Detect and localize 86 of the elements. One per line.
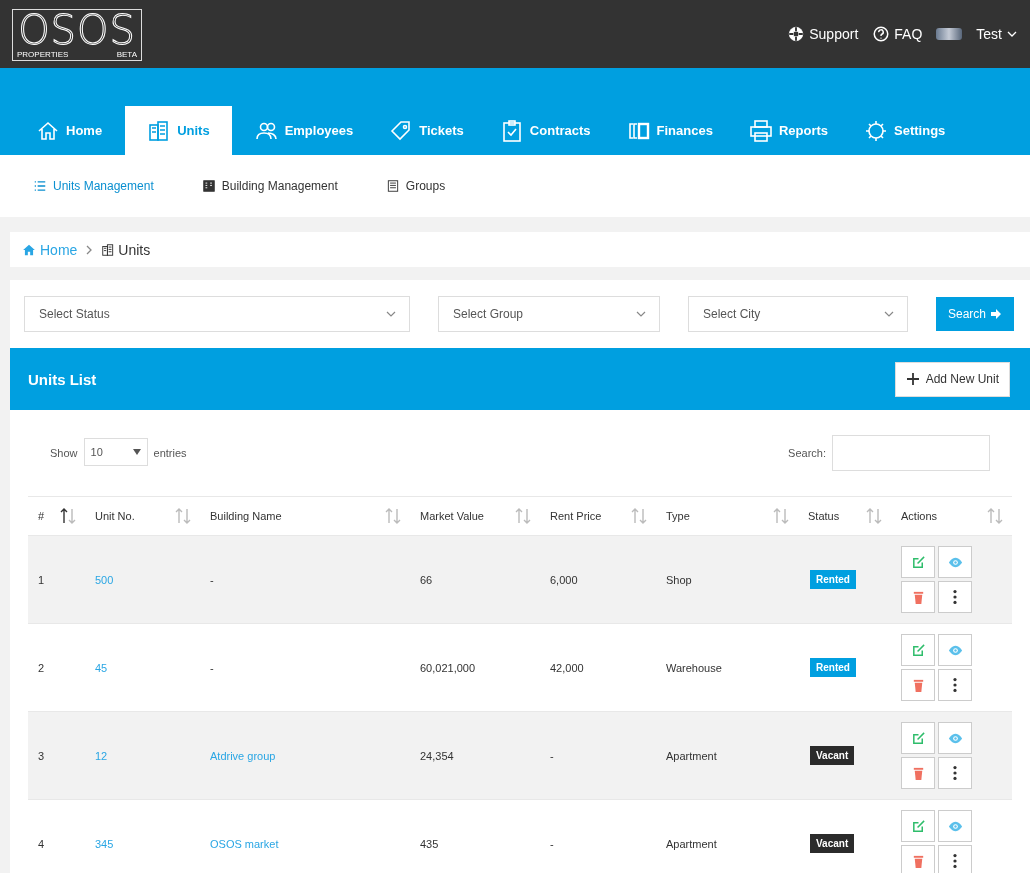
table-cell: Apartment: [666, 837, 717, 850]
entries-label: entries: [153, 447, 187, 459]
delete-button[interactable]: [901, 669, 935, 701]
entries-select[interactable]: 10: [83, 438, 148, 466]
select-dropdown[interactable]: Select City: [688, 296, 908, 332]
table-cell: 6,000: [550, 573, 578, 586]
arrow-right-icon: [990, 308, 1003, 320]
subnav-item[interactable]: Groups: [385, 179, 446, 193]
table-cell: 60,021,000: [420, 661, 476, 674]
view-button[interactable]: [938, 722, 972, 754]
select-dropdown[interactable]: Select Status: [24, 296, 410, 332]
edit-icon: [910, 730, 926, 746]
show-label: Show: [50, 447, 78, 459]
table-cell: -: [550, 837, 554, 850]
building-icon: [201, 179, 216, 193]
view-button[interactable]: [938, 634, 972, 666]
subnav-item[interactable]: Building Management: [201, 179, 338, 193]
plus-icon: [905, 372, 920, 386]
more-button[interactable]: [938, 845, 972, 873]
dots-icon: [953, 854, 957, 868]
status-badge: Rented: [810, 570, 856, 589]
gear-icon: [864, 118, 889, 143]
column-header[interactable]: Actions: [901, 510, 938, 522]
list-icon: [33, 179, 47, 193]
status-badge: Rented: [810, 658, 856, 677]
delete-button[interactable]: [901, 581, 935, 613]
printer-icon: [748, 118, 773, 143]
column-header[interactable]: Rent Price: [550, 510, 602, 522]
view-button[interactable]: [938, 546, 972, 578]
column-header[interactable]: Type: [666, 510, 690, 522]
edit-button[interactable]: [901, 546, 935, 578]
more-button[interactable]: [938, 757, 972, 789]
column-header[interactable]: Unit No.: [95, 510, 135, 522]
breadcrumb-current: Units: [101, 241, 151, 258]
caret-icon: [132, 449, 141, 455]
table-cell: -: [210, 661, 214, 674]
view-button[interactable]: [938, 810, 972, 842]
sort-icon[interactable]: [59, 507, 77, 525]
table-cell: 4: [38, 837, 45, 850]
select-dropdown[interactable]: Select Group: [438, 296, 660, 332]
question-icon: [872, 25, 891, 43]
column-header[interactable]: Status: [808, 510, 840, 522]
table-cell: Warehouse: [666, 661, 722, 674]
search-field[interactable]: [832, 435, 990, 471]
table-cell: 435: [420, 837, 439, 850]
column-header[interactable]: #: [38, 510, 45, 522]
avatar: [936, 28, 963, 40]
delete-button[interactable]: [901, 845, 935, 873]
column-header[interactable]: Building Name: [210, 510, 282, 522]
list-title: Units List: [28, 370, 97, 388]
support-link[interactable]: Support: [787, 25, 859, 43]
table-cell: -: [210, 573, 214, 586]
logo[interactable]: OSOS PROPERTIES BETA: [12, 9, 142, 61]
status-badge: Vacant: [810, 746, 855, 765]
table-cell: 1: [38, 573, 45, 586]
buildings-icon: [101, 242, 116, 257]
table-cell: Apartment: [666, 749, 717, 762]
table-cell: 66: [420, 573, 433, 586]
more-button[interactable]: [938, 581, 972, 613]
more-button[interactable]: [938, 669, 972, 701]
table-cell: 3: [38, 749, 45, 762]
faq-link[interactable]: FAQ: [872, 25, 923, 43]
edit-icon: [910, 554, 926, 570]
edit-button[interactable]: [901, 634, 935, 666]
add-unit-button[interactable]: Add New Unit: [894, 361, 1010, 397]
home-icon: [22, 242, 36, 257]
edit-button[interactable]: [901, 810, 935, 842]
lifebuoy-icon: [787, 25, 806, 43]
table-cell: 2: [38, 661, 45, 674]
search-label: Search:: [788, 447, 826, 459]
column-header[interactable]: Market Value: [420, 510, 484, 522]
user-menu[interactable]: Test: [976, 26, 1018, 42]
dots-icon: [953, 766, 957, 780]
status-badge: Vacant: [810, 834, 855, 853]
delete-button[interactable]: [901, 757, 935, 789]
table-cell: Shop: [666, 573, 692, 586]
dots-icon: [953, 678, 957, 692]
edit-button[interactable]: [901, 722, 935, 754]
table-cell: 24,354: [420, 749, 454, 762]
dots-icon: [953, 590, 957, 604]
edit-icon: [910, 818, 926, 834]
document-icon: [385, 179, 400, 193]
edit-icon: [910, 642, 926, 658]
table-cell: -: [550, 749, 554, 762]
subnav-item[interactable]: Units Management: [33, 179, 154, 193]
table-cell: 42,000: [550, 661, 584, 674]
